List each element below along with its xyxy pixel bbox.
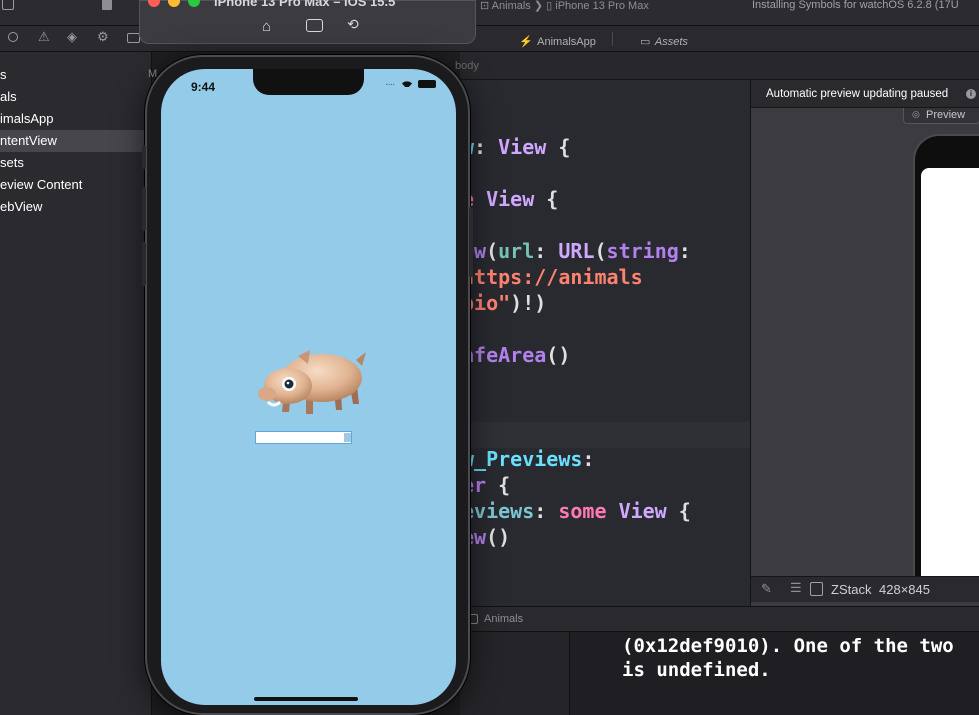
nav-row-label: ebView xyxy=(0,199,43,214)
chevron-right-icon: ❯ xyxy=(533,0,544,12)
canvas-status-bar: Automatic preview updating paused i xyxy=(751,80,979,108)
nav-row[interactable]: eview Content xyxy=(0,174,152,196)
settings-sliders-icon[interactable]: ☰ xyxy=(790,580,802,596)
preview-device-screen xyxy=(921,168,979,576)
stop-icon[interactable] xyxy=(102,0,112,10)
activity-status: Installing Symbols for watchOS 6.2.8 (17… xyxy=(752,0,959,11)
warning-icon[interactable]: ⚠ xyxy=(38,29,50,45)
jump-bar: body xyxy=(455,52,979,80)
breadcrumb-project[interactable]: Animals xyxy=(492,0,531,12)
nav-row[interactable]: sets xyxy=(0,152,152,174)
simulator-device: 9:44 ···· xyxy=(142,55,473,715)
variables-view[interactable] xyxy=(460,632,570,715)
pin-icon[interactable]: ✎ xyxy=(761,581,772,597)
tab-label: AnimalsApp xyxy=(537,36,596,48)
loading-progress-bar xyxy=(255,431,352,444)
nav-row[interactable]: s xyxy=(0,64,152,86)
swift-icon: ⚡ xyxy=(519,36,533,48)
nav-row-label: sets xyxy=(0,155,24,170)
silent-switch xyxy=(142,145,146,169)
nav-row-label: imalsApp xyxy=(0,111,54,126)
code-line: https://animals xyxy=(462,265,643,289)
close-window-button[interactable] xyxy=(148,0,160,7)
home-indicator[interactable] xyxy=(254,697,358,701)
stack-icon xyxy=(810,582,823,596)
simulator-screen[interactable]: 9:44 ···· xyxy=(161,69,456,705)
rotate-icon[interactable]: ⟲ xyxy=(347,16,359,33)
navigator-filter-bar: ⚠ ◈ ⚙ xyxy=(0,26,152,52)
jumpbar-item[interactable]: body xyxy=(455,60,479,72)
progress-indicator xyxy=(344,433,351,442)
debug-target-label[interactable]: Animals xyxy=(484,613,523,625)
tab-animalsapp[interactable]: ⚡ AnimalsApp xyxy=(519,32,596,48)
diamond-icon[interactable]: ◈ xyxy=(67,29,77,45)
power-button xyxy=(469,207,473,277)
canvas-bottom-bar: ✎ ☰ ZStack 428×845 xyxy=(751,576,979,602)
code-line: eviews: some View { xyxy=(462,499,691,523)
minimize-window-button[interactable] xyxy=(168,0,180,7)
nav-row-label: als xyxy=(0,89,17,104)
assets-icon: ▭ xyxy=(640,36,651,48)
simulator-titlebar: iPhone 13 Pro Max – iOS 15.5 ⌂ ⟲ xyxy=(139,0,476,44)
boar-illustration xyxy=(254,342,366,418)
screenshot-icon[interactable] xyxy=(306,19,323,32)
notch xyxy=(253,69,364,95)
canvas-status-text: Automatic preview updating paused xyxy=(766,88,949,100)
nav-row[interactable]: ebView xyxy=(0,196,152,218)
code-line: w_Previews: xyxy=(462,447,595,471)
console-output[interactable]: (0x12def9010). One of the two is undefin… xyxy=(570,632,979,715)
code-line: w: View { xyxy=(462,135,571,159)
breadcrumb-device[interactable]: iPhone 13 Pro Max xyxy=(555,0,649,12)
cellular-icon: ···· xyxy=(385,79,395,90)
project-navigator: ⚠ ◈ ⚙ M s als imalsApp ntentView sets ev… xyxy=(0,26,157,715)
console-line: is undefined. xyxy=(622,659,771,681)
zoom-window-button[interactable] xyxy=(188,0,200,7)
preview-canvas[interactable]: Automatic preview updating paused i ◎ Pr… xyxy=(750,80,979,606)
status-time: 9:44 xyxy=(191,80,216,94)
search-icon[interactable] xyxy=(8,32,18,42)
sidebar-toggle-icon[interactable] xyxy=(2,0,14,10)
wifi-icon xyxy=(401,77,413,87)
code-line: e View { xyxy=(462,187,559,211)
folder-icon: ⊡ xyxy=(480,0,490,12)
simulator-title: iPhone 13 Pro Max – iOS 15.5 xyxy=(214,0,396,9)
selection-label[interactable]: ZStack xyxy=(831,582,871,597)
code-line: ew(url: URL(string: xyxy=(462,239,691,263)
home-icon[interactable]: ⌂ xyxy=(262,18,271,35)
nav-row-selected[interactable]: ntentView xyxy=(0,130,152,152)
selection-size: 428×845 xyxy=(879,582,930,597)
preview-button-label: Preview xyxy=(926,109,966,121)
debug-icon[interactable]: ⚙ xyxy=(97,29,109,45)
nav-row-label: s xyxy=(0,67,7,82)
volume-up-button xyxy=(142,187,146,231)
debug-bar: Animals xyxy=(460,606,979,632)
preview-button[interactable]: ◎ Preview xyxy=(903,108,979,124)
tab-label: Assets xyxy=(654,36,688,48)
volume-down-button xyxy=(142,242,146,286)
code-line: bio")!) xyxy=(462,291,547,315)
nav-row[interactable]: imalsApp xyxy=(0,108,152,130)
nav-row-label: ntentView xyxy=(0,133,57,148)
preview-pin-icon: ◎ xyxy=(912,109,920,119)
console-line: (0x12def9010). One of the two xyxy=(622,635,954,657)
screen-root: ⊡ Animals ❯ ▯ iPhone 13 Pro Max Installi… xyxy=(0,0,979,715)
nav-row-label: eview Content xyxy=(0,177,83,192)
device-icon: ▯ xyxy=(546,0,553,12)
nav-row[interactable]: als xyxy=(0,86,152,108)
code-line: afeArea() xyxy=(462,343,571,367)
breadcrumb[interactable]: ⊡ Animals ❯ ▯ iPhone 13 Pro Max xyxy=(480,0,649,12)
tab-divider xyxy=(612,32,613,46)
battery-icon xyxy=(418,80,436,88)
tab-assets[interactable]: ▭ Assets xyxy=(640,32,688,48)
info-icon[interactable]: i xyxy=(966,89,976,99)
